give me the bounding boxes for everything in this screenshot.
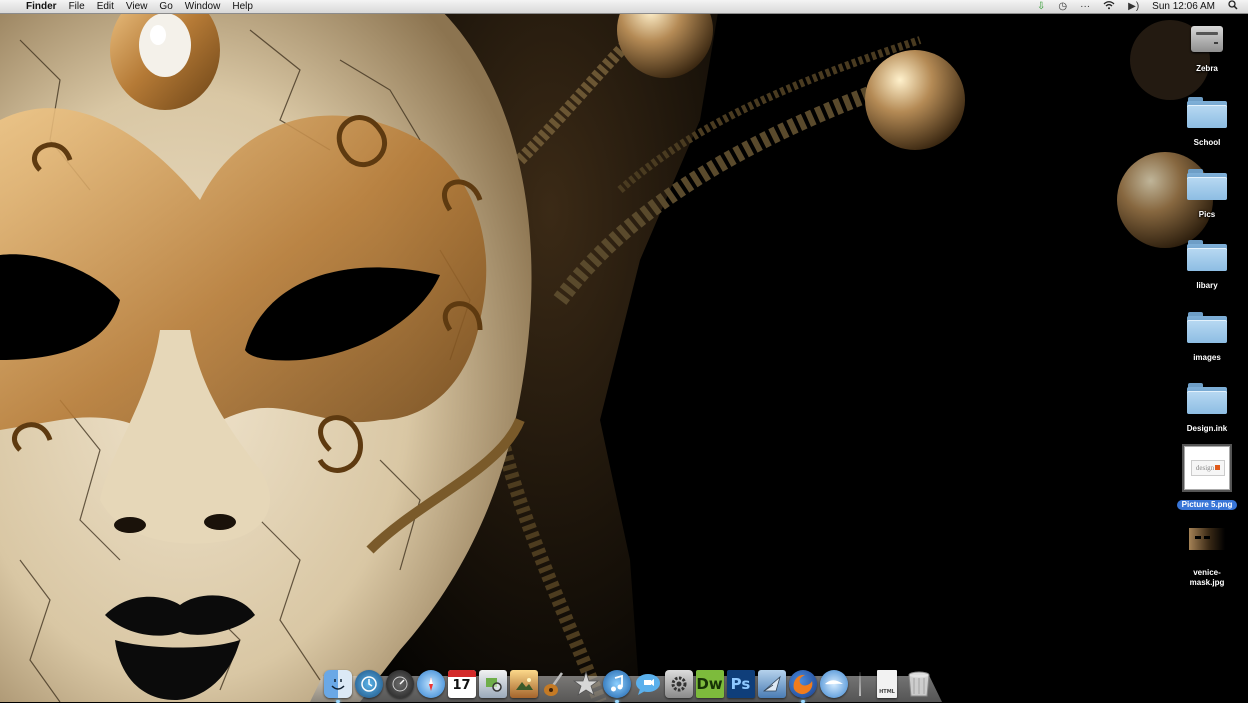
mail-icon[interactable]	[757, 670, 786, 698]
menu-bar-left: Finder File Edit View Go Window Help	[10, 0, 265, 14]
desktop-item-picture-5[interactable]: design Picture 5.png	[1172, 446, 1242, 512]
more-icon[interactable]: ···	[1080, 0, 1090, 14]
dock: 17 Dw Ps HTML	[322, 662, 934, 703]
menu-edit[interactable]: Edit	[97, 0, 114, 14]
trash-icon[interactable]	[905, 670, 933, 698]
dock-separator	[859, 672, 861, 696]
document-stack-label: HTML	[879, 689, 895, 695]
desktop-item-label: venice-mask.jpg	[1189, 568, 1225, 587]
desktop-item-label: Design.ink	[1186, 424, 1228, 433]
menu-window[interactable]: Window	[185, 0, 221, 14]
desktop-item-images[interactable]: images	[1172, 311, 1242, 365]
menu-bar: Finder File Edit View Go Window Help ⇩ ◷…	[0, 0, 1248, 14]
desktop-item-label: School	[1193, 138, 1221, 147]
desktop-wallpaper	[0, 0, 1248, 702]
photoshop-icon[interactable]: Ps	[726, 670, 755, 698]
image-thumbnail-icon: design	[1184, 446, 1230, 490]
document-stack-icon[interactable]: HTML	[877, 670, 897, 698]
ichat-icon[interactable]	[634, 670, 662, 698]
safari-icon[interactable]	[416, 670, 445, 698]
image-thumbnail-icon	[1189, 528, 1225, 550]
dreamweaver-icon[interactable]: Dw	[695, 670, 724, 698]
time-machine-icon[interactable]: ◷	[1058, 0, 1067, 14]
desktop-item-label: Zebra	[1196, 64, 1218, 73]
desktop-item-label: images	[1193, 353, 1221, 362]
desktop-item-label: libary	[1196, 281, 1218, 290]
menu-bar-extras: ⇩ ◷ ··· ▶) Sun 12:06 AM	[1037, 0, 1238, 14]
hard-disk-icon	[1190, 20, 1224, 54]
volume-icon[interactable]: ▶)	[1128, 0, 1139, 14]
menu-bar-clock[interactable]: Sun 12:06 AM	[1152, 0, 1215, 14]
folder-icon	[1187, 239, 1227, 271]
itunes-icon[interactable]	[602, 670, 631, 703]
preview-icon[interactable]	[478, 670, 507, 698]
garageband-icon[interactable]	[541, 670, 569, 698]
calendar-icon[interactable]: 17	[447, 670, 476, 698]
folder-icon	[1187, 382, 1227, 414]
openoffice-icon[interactable]	[819, 670, 848, 698]
finder-icon[interactable]	[323, 670, 352, 703]
dashboard-icon[interactable]	[385, 670, 414, 698]
desktop-item-pics[interactable]: Pics	[1172, 168, 1242, 222]
system-preferences-icon[interactable]	[664, 670, 693, 698]
desktop-item-design-ink[interactable]: Design.ink	[1172, 382, 1242, 436]
desktop-item-venice-mask[interactable]: venice-mask.jpg	[1172, 528, 1242, 590]
menu-view[interactable]: View	[126, 0, 148, 14]
calendar-date: 17	[452, 678, 471, 693]
desktop-item-libary[interactable]: libary	[1172, 239, 1242, 293]
desktop-item-label: Pics	[1198, 210, 1216, 219]
thumbnail-text: design	[1195, 464, 1215, 472]
menu-help[interactable]: Help	[232, 0, 253, 14]
folder-icon	[1187, 168, 1227, 200]
wifi-icon[interactable]	[1103, 0, 1115, 15]
folder-icon	[1187, 96, 1227, 128]
menu-finder[interactable]: Finder	[26, 0, 57, 14]
desktop-item-zebra[interactable]: Zebra	[1172, 20, 1242, 76]
desktop-item-school[interactable]: School	[1172, 96, 1242, 150]
desktop-item-label-selected: Picture 5.png	[1176, 500, 1238, 510]
download-arrow-icon[interactable]: ⇩	[1037, 0, 1045, 14]
iphoto-icon[interactable]	[509, 670, 538, 698]
spotlight-icon[interactable]	[1228, 0, 1238, 15]
menu-file[interactable]: File	[69, 0, 85, 14]
imovie-icon[interactable]	[572, 670, 600, 698]
menu-go[interactable]: Go	[159, 0, 172, 14]
time-machine-icon[interactable]	[354, 670, 383, 698]
folder-icon	[1187, 311, 1227, 343]
firefox-icon[interactable]	[788, 670, 817, 703]
